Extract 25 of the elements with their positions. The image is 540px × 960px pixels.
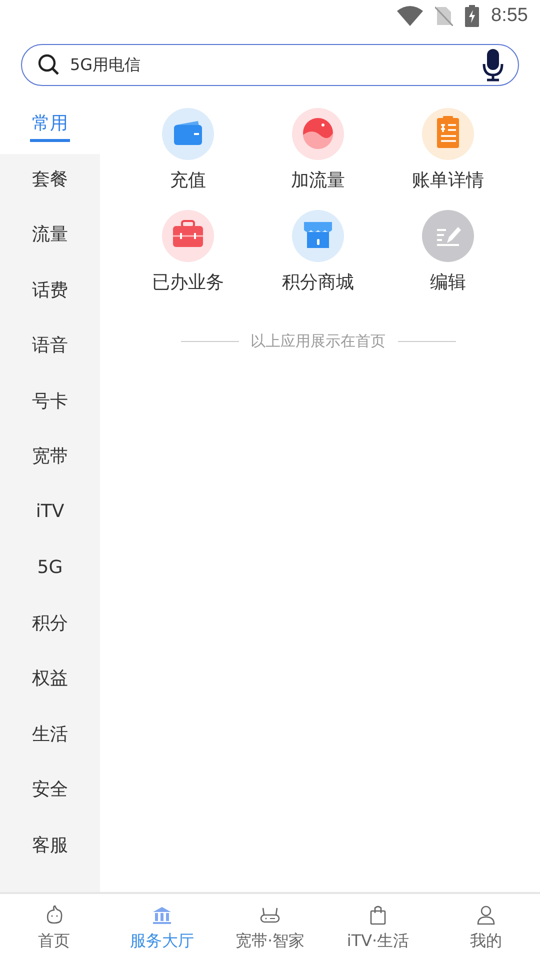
search-field[interactable]: 5G用电信 bbox=[21, 44, 519, 86]
app-shortcut[interactable]: 加流量 bbox=[253, 106, 383, 198]
app-shortcut[interactable]: 已办业务 bbox=[123, 208, 253, 300]
note-text: 以上应用展示在首页 bbox=[250, 332, 386, 351]
search-icon bbox=[38, 54, 60, 76]
no-sim-icon bbox=[435, 6, 454, 26]
bill-icon bbox=[422, 108, 474, 160]
nav-tab[interactable]: 首页 bbox=[0, 894, 108, 960]
status-time: 8:55 bbox=[491, 5, 528, 27]
edit-icon bbox=[422, 210, 474, 262]
globe-icon bbox=[292, 108, 344, 160]
nav-tab[interactable]: 宽带·智家 bbox=[216, 894, 324, 960]
app-shortcut[interactable]: 充值 bbox=[123, 106, 253, 198]
wifi-icon bbox=[397, 6, 424, 26]
wallet-icon bbox=[162, 108, 214, 160]
nav-tab[interactable]: 我的 bbox=[432, 894, 540, 960]
battery-icon bbox=[465, 5, 480, 27]
app-shortcut[interactable]: 积分商城 bbox=[253, 208, 383, 300]
store-icon bbox=[292, 210, 344, 262]
nav-tab[interactable]: iTV·生活 bbox=[324, 894, 432, 960]
app-shortcut[interactable]: 账单详情 bbox=[383, 106, 513, 198]
category-tab[interactable]: 常用 bbox=[0, 98, 100, 154]
app-shortcut[interactable]: 编辑 bbox=[383, 208, 513, 300]
microphone-icon[interactable] bbox=[482, 48, 504, 82]
briefcase-icon bbox=[162, 210, 214, 262]
